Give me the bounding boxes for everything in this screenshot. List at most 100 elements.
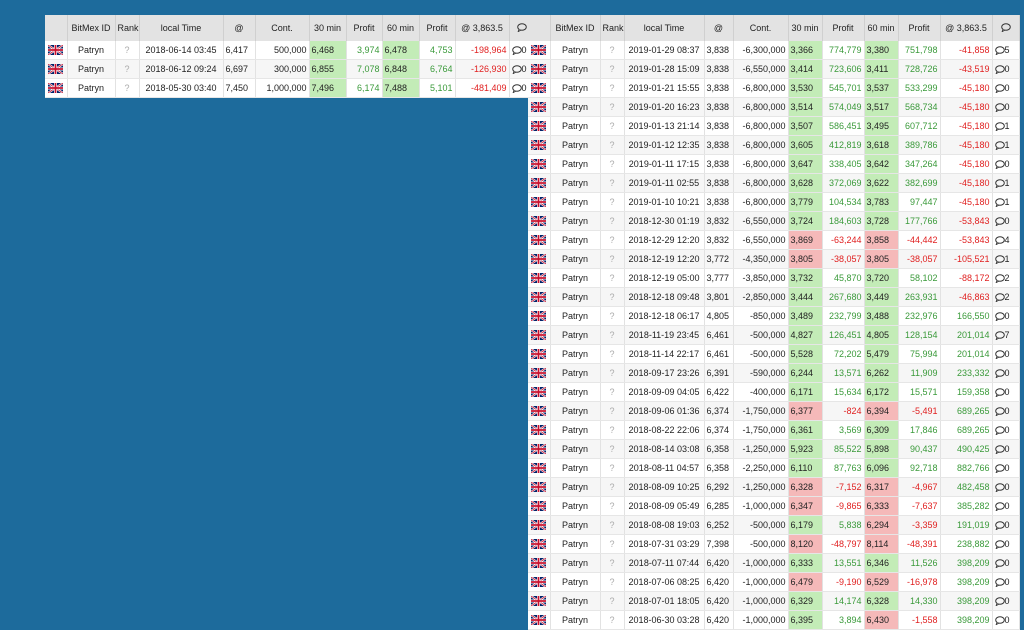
table-row[interactable]: Patryn? 2018-08-11 04:57 6,358 -2,250,000 6,… (528, 458, 1020, 478)
bitmex-id-cell[interactable]: Patryn (550, 268, 601, 288)
comments-cell[interactable]: 2 (992, 268, 1020, 288)
comments-cell[interactable]: 0 (992, 553, 1020, 573)
comments-cell[interactable]: 0 (992, 211, 1020, 231)
table-row[interactable]: Patryn? 2018-08-09 10:25 6,292 -1,250,000 6,… (528, 477, 1020, 497)
60min-header[interactable]: 60 min (864, 15, 899, 41)
table-row[interactable]: Patryn? 2018-12-19 12:20 3,772 -4,350,000 3,… (528, 249, 1020, 269)
bitmex-id-cell[interactable]: Patryn (550, 97, 601, 117)
bitmex-id-cell[interactable]: Patryn (550, 572, 601, 592)
comments-cell[interactable]: 0 (992, 420, 1020, 440)
bitmex-id-cell[interactable]: Patryn (550, 382, 601, 402)
at-header[interactable]: @ (223, 15, 256, 41)
table-row[interactable]: Patryn? 2018-08-22 22:06 6,374 -1,750,000 6,… (528, 420, 1020, 440)
table-row[interactable]: Patryn? 2019-01-13 21:14 3,838 -6,800,000 3,… (528, 116, 1020, 136)
at-header[interactable]: @ (704, 15, 734, 41)
profit-30-header[interactable]: Profit (822, 15, 865, 41)
comments-cell[interactable]: 0 (992, 154, 1020, 174)
table-row[interactable]: Patryn? 2018-09-06 01:36 6,374 -1,750,000 6,… (528, 401, 1020, 421)
bitmex-id-cell[interactable]: Patryn (67, 78, 116, 98)
table-row[interactable]: Patryn? 2019-01-12 12:35 3,838 -6,800,000 3,… (528, 135, 1020, 155)
profit-60-header[interactable]: Profit (419, 15, 456, 41)
rank-header[interactable]: Rank (115, 15, 140, 41)
comments-cell[interactable]: 1 (992, 192, 1020, 212)
table-row[interactable]: Patryn? 2018-07-01 18:05 6,420 -1,000,000 6,… (528, 591, 1020, 611)
comments-cell[interactable]: 2 (992, 287, 1020, 307)
bitmex-id-cell[interactable]: Patryn (550, 363, 601, 383)
bitmex-id-cell[interactable]: Patryn (550, 420, 601, 440)
bitmex-id-header[interactable]: BitMex ID (550, 15, 601, 41)
table-row[interactable]: Patryn? 2018-08-08 19:03 6,252 -500,000 6,17… (528, 515, 1020, 535)
profit-60-header[interactable]: Profit (898, 15, 941, 41)
table-row[interactable]: Patryn? 2018-09-09 04:05 6,422 -400,000 6,17… (528, 382, 1020, 402)
at-current-header[interactable]: @ 3,863.5 (455, 15, 510, 41)
60min-header[interactable]: 60 min (382, 15, 420, 41)
comments-header[interactable] (992, 15, 1020, 41)
table-row[interactable]: Patryn? 2019-01-11 17:15 3,838 -6,800,000 3,… (528, 154, 1020, 174)
comments-cell[interactable]: 0 (992, 572, 1020, 592)
table-row[interactable]: Patryn? 2019-01-11 02:55 3,838 -6,800,000 3,… (528, 173, 1020, 193)
comments-cell[interactable]: 1 (992, 135, 1020, 155)
local-time-header[interactable]: local Time (139, 15, 224, 41)
table-row[interactable]: Patryn? 2018-12-30 01:19 3,832 -6,550,000 3,… (528, 211, 1020, 231)
table-row[interactable]: Patryn? 2019-01-28 15:09 3,838 -6,550,000 3,… (528, 59, 1020, 79)
comments-cell[interactable]: 0 (992, 496, 1020, 516)
bitmex-id-cell[interactable]: Patryn (550, 59, 601, 79)
table-row[interactable]: Patryn? 2018-06-30 03:28 6,420 -1,000,000 6,… (528, 610, 1020, 630)
comments-cell[interactable]: 0 (992, 363, 1020, 383)
at-current-header[interactable]: @ 3,863.5 (940, 15, 993, 41)
comments-cell[interactable]: 1 (992, 116, 1020, 136)
bitmex-id-cell[interactable]: Patryn (550, 135, 601, 155)
table-row[interactable]: Patryn? 2018-08-14 03:08 6,358 -1,250,000 5,… (528, 439, 1020, 459)
comments-cell[interactable]: 0 (992, 344, 1020, 364)
comments-cell[interactable]: 0 (992, 515, 1020, 535)
comments-cell[interactable]: 1 (992, 173, 1020, 193)
comments-cell[interactable]: 0 (992, 610, 1020, 630)
bitmex-id-cell[interactable]: Patryn (550, 249, 601, 269)
bitmex-id-cell[interactable]: Patryn (550, 192, 601, 212)
bitmex-id-cell[interactable]: Patryn (550, 78, 601, 98)
table-row[interactable]: Patryn? 2019-01-21 15:55 3,838 -6,800,000 3,… (528, 78, 1020, 98)
bitmex-id-cell[interactable]: Patryn (550, 496, 601, 516)
table-row[interactable]: Patryn? 2019-01-29 08:37 3,838 -6,300,000 3,… (528, 41, 1020, 60)
local-time-header[interactable]: local Time (624, 15, 705, 41)
cont-header[interactable]: Cont. (733, 15, 789, 41)
comments-cell[interactable]: 0 (992, 382, 1020, 402)
comments-cell[interactable]: 1 (992, 249, 1020, 269)
table-row[interactable]: Patryn? 2018-12-18 09:48 3,801 -2,850,000 3,… (528, 287, 1020, 307)
comments-cell[interactable]: 0 (992, 306, 1020, 326)
bitmex-id-cell[interactable]: Patryn (550, 230, 601, 250)
bitmex-id-header[interactable]: BitMex ID (67, 15, 116, 41)
bitmex-id-cell[interactable]: Patryn (550, 401, 601, 421)
comments-cell[interactable]: 0 (992, 401, 1020, 421)
bitmex-id-cell[interactable]: Patryn (550, 154, 601, 174)
bitmex-id-cell[interactable]: Patryn (550, 344, 601, 364)
table-row[interactable]: Patryn? 2018-12-18 06:17 4,805 -850,000 3,48… (528, 306, 1020, 326)
table-row[interactable]: Patryn? 2018-05-30 03:40 7,450 1,000,000 7,4… (45, 78, 535, 98)
table-row[interactable]: Patryn? 2018-12-29 12:20 3,832 -6,550,000 3,… (528, 230, 1020, 250)
bitmex-id-cell[interactable]: Patryn (550, 325, 601, 345)
comments-cell[interactable]: 0 (992, 439, 1020, 459)
bitmex-id-cell[interactable]: Patryn (550, 287, 601, 307)
bitmex-id-cell[interactable]: Patryn (550, 458, 601, 478)
table-row[interactable]: Patryn? 2018-11-19 23:45 6,461 -500,000 4,82… (528, 325, 1020, 345)
comments-cell[interactable]: 0 (992, 59, 1020, 79)
comments-cell[interactable]: 0 (992, 97, 1020, 117)
bitmex-id-cell[interactable]: Patryn (67, 59, 116, 79)
bitmex-id-cell[interactable]: Patryn (550, 553, 601, 573)
comments-cell[interactable]: 0 (992, 477, 1020, 497)
comments-cell[interactable]: 5 (992, 41, 1020, 60)
table-row[interactable]: Patryn? 2019-01-10 10:21 3,838 -6,800,000 3,… (528, 192, 1020, 212)
table-row[interactable]: Patryn? 2018-11-14 22:17 6,461 -500,000 5,52… (528, 344, 1020, 364)
bitmex-id-cell[interactable]: Patryn (550, 41, 601, 60)
table-row[interactable]: Patryn? 2018-06-14 03:45 6,417 500,000 6,468… (45, 41, 535, 60)
comments-cell[interactable]: 0 (992, 534, 1020, 554)
bitmex-id-cell[interactable]: Patryn (550, 515, 601, 535)
30min-header[interactable]: 30 min (788, 15, 823, 41)
table-row[interactable]: Patryn? 2018-09-17 23:26 6,391 -590,000 6,24… (528, 363, 1020, 383)
table-row[interactable]: Patryn? 2018-07-31 03:29 7,398 -500,000 8,12… (528, 534, 1020, 554)
table-row[interactable]: Patryn? 2018-12-19 05:00 3,777 -3,850,000 3,… (528, 268, 1020, 288)
cont-header[interactable]: Cont. (255, 15, 310, 41)
profit-30-header[interactable]: Profit (346, 15, 383, 41)
comments-cell[interactable]: 0 (992, 458, 1020, 478)
bitmex-id-cell[interactable]: Patryn (550, 116, 601, 136)
